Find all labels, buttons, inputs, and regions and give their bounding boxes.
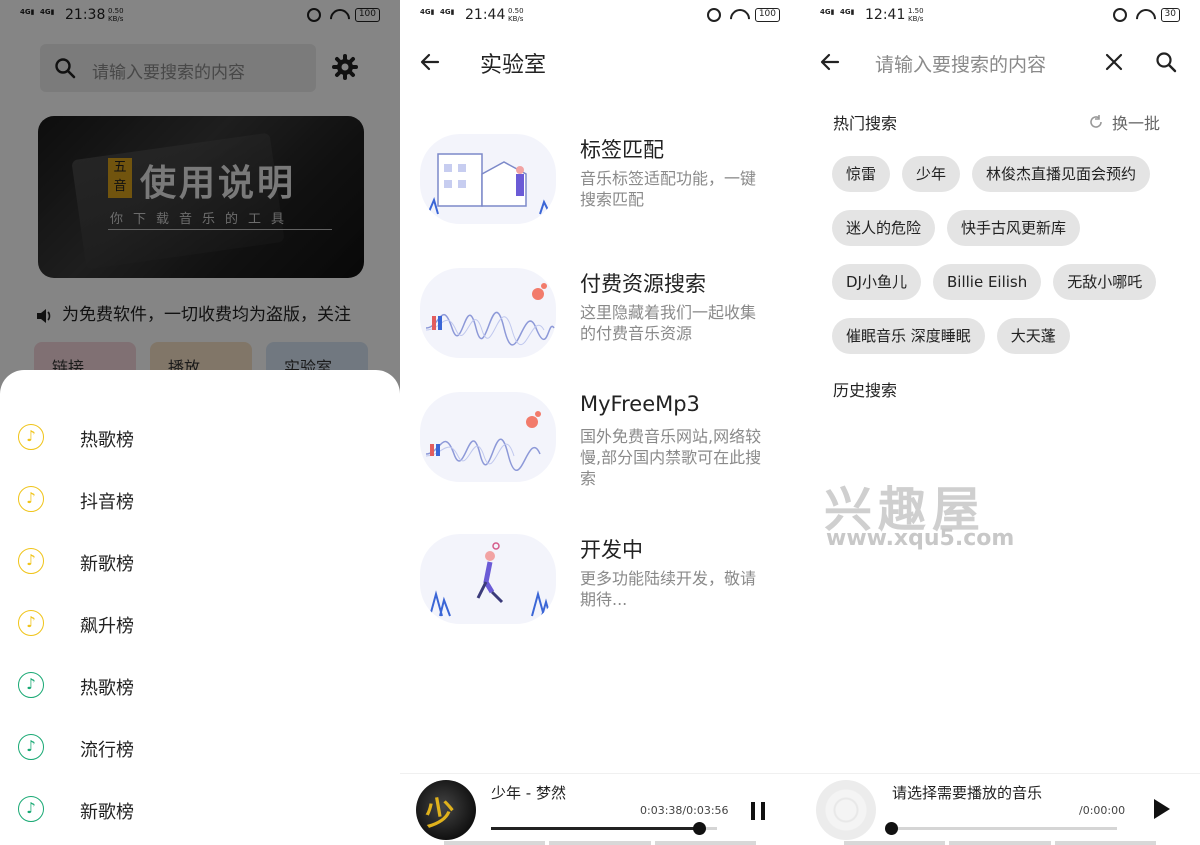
sheet-item-label: 热歌榜 xyxy=(80,430,134,451)
watermark-url: www.xqu5.com xyxy=(826,526,1015,551)
building-illustration xyxy=(420,134,556,224)
page-title: 实验室 xyxy=(480,53,547,78)
refresh-label: 换一批 xyxy=(1112,114,1161,133)
play-icon[interactable] xyxy=(1154,799,1170,819)
sheet-item-label: 抖音榜 xyxy=(80,492,134,513)
close-icon[interactable] xyxy=(1104,52,1124,72)
progress-slider[interactable] xyxy=(885,822,1117,835)
pause-icon[interactable] xyxy=(748,800,768,822)
signal-icon: 4G▮ 4G▮ xyxy=(820,8,855,16)
music-note-icon: ♪ xyxy=(18,424,44,450)
search-chip[interactable]: 迷人的危险 xyxy=(832,210,936,246)
status-bar: 4G▮ 4G▮ 21:44 0.50 KB/s 100 xyxy=(400,0,800,32)
status-time: 12:41 xyxy=(865,7,906,23)
lab-item-title: 开发中 xyxy=(580,538,643,562)
refresh-icon xyxy=(1090,115,1102,128)
search-input[interactable]: 请输入要搜索的内容 xyxy=(875,50,1046,77)
progress-knob[interactable] xyxy=(692,822,706,835)
lab-item-in-development[interactable]: 开发中 更多功能陆续开发，敬请期待... xyxy=(400,534,800,654)
music-note-icon: ♪ xyxy=(18,734,44,760)
sheet-item-new-2[interactable]: ♪ 新歌榜 xyxy=(0,794,400,845)
music-note-icon: ♪ xyxy=(18,486,44,512)
progress-slider[interactable] xyxy=(491,822,717,835)
sheet-item-pop[interactable]: ♪ 流行榜 xyxy=(0,732,400,794)
search-chip[interactable]: 无敌小哪吒 xyxy=(1053,264,1157,300)
lab-item-tag-match[interactable]: 标签匹配 音乐标签适配功能，一键搜索匹配 xyxy=(400,134,800,254)
chart-bottom-sheet: ♪ 热歌榜 ♪ 抖音榜 ♪ 新歌榜 ♪ 飙升榜 ♪ 热歌榜 ♪ 流行榜 ♪ 新歌… xyxy=(0,370,400,845)
wave-illustration xyxy=(420,268,556,358)
sheet-item-douyin[interactable]: ♪ 抖音榜 xyxy=(0,484,400,546)
music-note-icon: ♪ xyxy=(18,672,44,698)
playback-time: 0:03:38/0:03:56 xyxy=(640,804,729,817)
sheet-item-hot[interactable]: ♪ 热歌榜 xyxy=(0,422,400,484)
refresh-button[interactable]: 换一批 xyxy=(1088,110,1160,134)
music-note-icon: ♪ xyxy=(18,610,44,636)
sheet-item-label: 新歌榜 xyxy=(80,554,134,575)
sheet-item-rising[interactable]: ♪ 飙升榜 xyxy=(0,608,400,670)
lab-item-desc: 音乐标签适配功能，一键搜索匹配 xyxy=(580,169,757,209)
signal-icon: 4G▮ 4G▮ xyxy=(420,8,455,16)
mini-player[interactable]: 少年 少年 - 梦然 0:03:38/0:03:56 xyxy=(400,773,800,845)
alarm-icon xyxy=(1112,8,1127,22)
sheet-item-new[interactable]: ♪ 新歌榜 xyxy=(0,546,400,608)
battery-icon: 30 xyxy=(1160,8,1180,22)
status-time: 21:44 xyxy=(465,7,506,23)
album-cover[interactable]: 少年 xyxy=(416,780,476,840)
music-note-icon: ♪ xyxy=(18,796,44,822)
lab-item-desc: 更多功能陆续开发，敬请期待... xyxy=(580,569,757,609)
lab-screen: 4G▮ 4G▮ 21:44 0.50 KB/s 100 实验室 标签匹配 音乐标签… xyxy=(400,0,800,845)
nav-indicator xyxy=(800,841,1200,845)
sheet-item-hot-2[interactable]: ♪ 热歌榜 xyxy=(0,670,400,732)
sheet-item-label: 流行榜 xyxy=(80,740,134,761)
network-speed: 0.50 KB/s xyxy=(508,7,524,23)
search-chip[interactable]: DJ小鱼儿 xyxy=(832,264,921,300)
search-chip[interactable]: 少年 xyxy=(902,156,961,192)
mini-player[interactable]: 请选择需要播放的音乐 /0:00:00 xyxy=(800,773,1200,845)
lab-item-title: MyFreeMp3 xyxy=(580,392,700,416)
wave-illustration xyxy=(420,392,556,482)
status-bar: 4G▮ 4G▮ 12:41 1.50 KB/s 30 xyxy=(800,0,1200,32)
back-arrow-icon[interactable] xyxy=(418,50,442,74)
hot-search-chips: 惊雷 少年 林俊杰直播见面会预约 迷人的危险 快手古风更新库 DJ小鱼儿 Bil… xyxy=(832,156,1172,354)
lab-item-paid-search[interactable]: 付费资源搜索 这里隐藏着我们一起收集的付费音乐资源 xyxy=(400,268,800,388)
playback-time: /0:00:00 xyxy=(1079,804,1126,817)
back-arrow-icon[interactable] xyxy=(818,50,842,74)
wifi-icon xyxy=(729,8,747,22)
lab-item-desc: 这里隐藏着我们一起收集的付费音乐资源 xyxy=(580,303,757,343)
lab-item-desc: 国外免费音乐网站,网络较慢,部分国内禁歌可在此搜索 xyxy=(580,427,762,488)
wifi-icon xyxy=(1135,8,1153,22)
sheet-item-label: 热歌榜 xyxy=(80,678,134,699)
lab-item-myfreemp3[interactable]: MyFreeMp3 国外免费音乐网站,网络较慢,部分国内禁歌可在此搜索 xyxy=(400,392,800,512)
search-chip[interactable]: Billie Eilish xyxy=(932,264,1042,300)
battery-icon: 100 xyxy=(754,8,780,22)
lab-item-title: 标签匹配 xyxy=(580,138,664,162)
progress-fill xyxy=(491,827,699,830)
search-chip[interactable]: 大天蓬 xyxy=(996,318,1070,354)
watermark-logo: 兴趣屋 www.xqu5.com xyxy=(824,452,1054,552)
player-message: 请选择需要播放的音乐 xyxy=(892,784,1043,802)
disc-placeholder-icon xyxy=(816,780,876,840)
search-chip[interactable]: 催眠音乐 深度睡眠 xyxy=(832,318,985,354)
search-chip[interactable]: 惊雷 xyxy=(832,156,891,192)
hot-search-title: 热门搜索 xyxy=(833,114,898,133)
search-chip[interactable]: 快手古风更新库 xyxy=(947,210,1081,246)
history-search-title: 历史搜索 xyxy=(833,381,898,400)
lab-item-title: 付费资源搜索 xyxy=(580,272,706,296)
sheet-item-label: 飙升榜 xyxy=(80,616,134,637)
music-note-icon: ♪ xyxy=(18,548,44,574)
alarm-icon xyxy=(706,8,721,22)
progress-knob[interactable] xyxy=(885,822,898,835)
home-screen: 4G▮ 4G▮ 21:38 0.50 KB/s 100 请输入要搜索的内容 五音 … xyxy=(0,0,400,845)
nav-indicator xyxy=(400,841,800,845)
search-screen: 4G▮ 4G▮ 12:41 1.50 KB/s 30 请输入要搜索的内容 热门搜索… xyxy=(800,0,1200,845)
person-illustration xyxy=(420,534,556,624)
search-icon[interactable] xyxy=(1154,50,1178,74)
now-playing-title: 少年 - 梦然 xyxy=(491,784,566,802)
network-speed: 1.50 KB/s xyxy=(908,7,924,23)
search-chip[interactable]: 林俊杰直播见面会预约 xyxy=(972,156,1151,192)
sheet-item-label: 新歌榜 xyxy=(80,802,134,823)
